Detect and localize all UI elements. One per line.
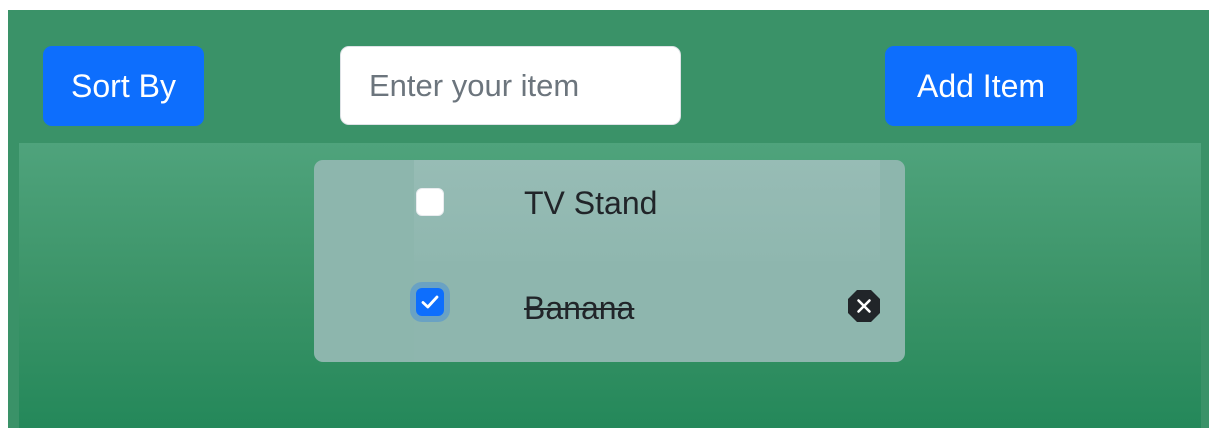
- list-item: TV Stand: [414, 160, 880, 261]
- item-label: Banana: [524, 290, 635, 326]
- check-icon: [421, 295, 439, 309]
- sort-by-button[interactable]: Sort By: [43, 46, 204, 126]
- item-list: TV Stand Banana: [314, 160, 905, 362]
- item-label: TV Stand: [524, 185, 658, 221]
- item-list-body: TV Stand Banana: [414, 160, 880, 362]
- item-input[interactable]: [340, 46, 681, 125]
- add-item-button[interactable]: Add Item: [885, 46, 1077, 126]
- item-checkbox[interactable]: [416, 188, 444, 216]
- x-octagon-icon[interactable]: [847, 289, 881, 323]
- app-container: Sort By Add Item TV Stand Banana: [8, 10, 1209, 428]
- list-item: Banana: [414, 261, 880, 362]
- item-checkbox[interactable]: [416, 288, 444, 316]
